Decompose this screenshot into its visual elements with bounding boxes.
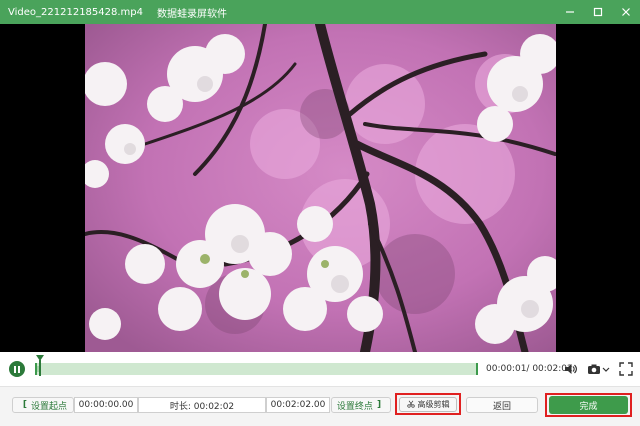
pause-icon xyxy=(14,365,16,373)
maximize-icon xyxy=(593,7,603,17)
set-end-label: 设置终点 xyxy=(336,401,373,412)
end-time-field[interactable]: 00:02:02.00 xyxy=(266,397,330,413)
volume-icon xyxy=(565,364,577,374)
window-title: Video_221212185428.mp4 xyxy=(8,6,143,18)
video-frame-image xyxy=(85,24,556,352)
pause-button[interactable] xyxy=(9,361,25,377)
back-button[interactable]: 返回 xyxy=(466,397,538,413)
close-icon xyxy=(622,8,630,16)
minimize-icon xyxy=(566,11,574,13)
advanced-edit-label: 高级剪辑 xyxy=(417,399,450,409)
playhead-line xyxy=(39,360,41,376)
time-readout: 00:00:01/ 00:02:02 xyxy=(486,364,573,374)
scissors-icon xyxy=(406,400,415,408)
advanced-edit-button[interactable]: 高级剪辑 xyxy=(399,396,457,412)
chevron-down-icon xyxy=(602,367,610,372)
timeline-track[interactable] xyxy=(35,363,478,375)
set-start-label: 设置起点 xyxy=(31,401,68,412)
start-time-field[interactable]: 00:00:00.00 xyxy=(74,397,138,413)
screenshot-button[interactable] xyxy=(587,362,601,376)
fullscreen-icon xyxy=(619,362,633,376)
done-button[interactable]: 完成 xyxy=(549,396,628,414)
screenshot-menu-button[interactable] xyxy=(601,362,611,376)
video-preview[interactable] xyxy=(0,24,640,352)
advanced-edit-highlight: 高级剪辑 xyxy=(395,393,461,415)
close-button[interactable] xyxy=(612,0,640,24)
set-start-button[interactable]: [ 设置起点 xyxy=(12,397,74,413)
video-frame xyxy=(85,24,556,352)
app-name: 数据蛙录屏软件 xyxy=(157,8,227,20)
fullscreen-button[interactable] xyxy=(619,362,633,376)
title-bar: Video_221212185428.mp4 数据蛙录屏软件 xyxy=(0,0,640,24)
done-highlight: 完成 xyxy=(545,393,632,417)
maximize-button[interactable] xyxy=(584,0,612,24)
duration-display: 时长: 00:02:02 xyxy=(138,397,266,413)
window-controls xyxy=(556,0,640,24)
set-end-button[interactable]: 设置终点 ] xyxy=(331,397,391,413)
camera-icon xyxy=(588,364,600,374)
volume-button[interactable] xyxy=(564,362,578,376)
minimize-button[interactable] xyxy=(556,0,584,24)
